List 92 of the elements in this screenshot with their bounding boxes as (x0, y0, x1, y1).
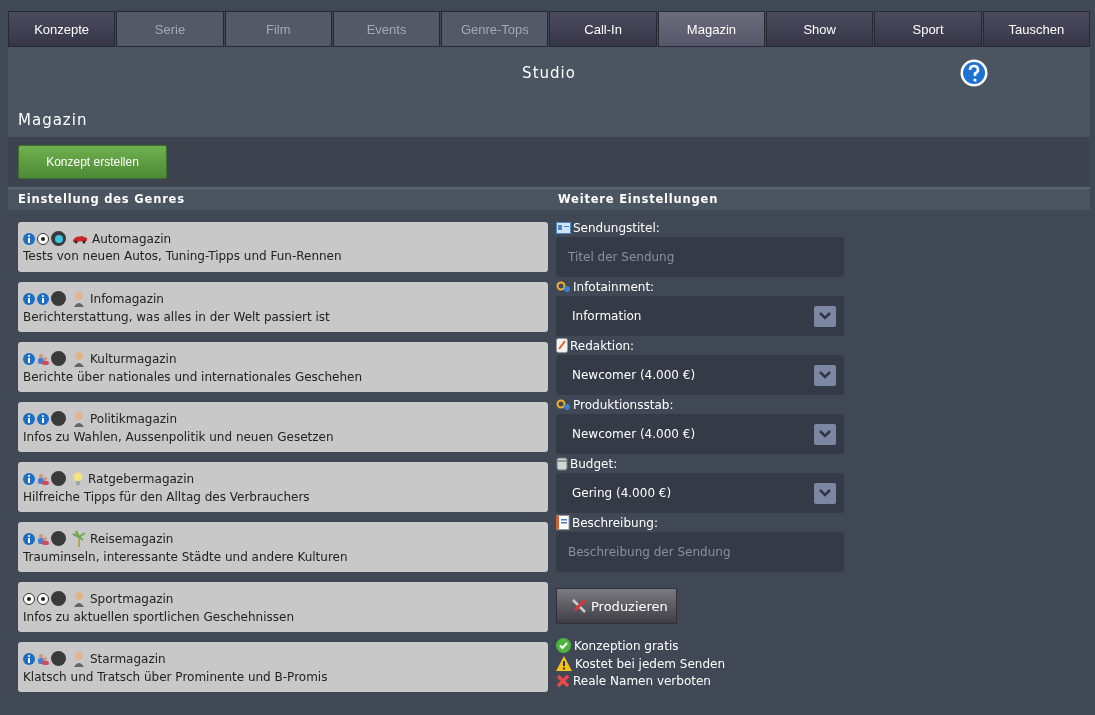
tools-icon (571, 598, 589, 614)
cross-icon (556, 674, 570, 688)
info-icon (23, 292, 35, 305)
car-icon (72, 233, 88, 244)
person-icon (72, 590, 86, 607)
tab[interactable]: Show (766, 11, 874, 47)
info-icon (23, 652, 35, 665)
check-icon (556, 638, 571, 653)
jar-icon (556, 456, 568, 471)
info-icon (23, 532, 35, 545)
dropdown[interactable]: Gering (4.000 €) (556, 473, 844, 513)
people-icon (37, 352, 49, 365)
person-icon (72, 290, 86, 307)
caret-icon (814, 423, 836, 445)
info-icon (23, 472, 35, 485)
genre-card[interactable]: Automagazin Tests von neuen Autos, Tuning-Tipps und Fun-Rennen (18, 222, 548, 272)
tab[interactable]: Call-In (549, 11, 657, 47)
warning-icon (556, 656, 572, 671)
tab[interactable]: Konzepte (8, 11, 116, 47)
produce-button[interactable]: Produzieren (556, 588, 677, 624)
field-label: Sendungstitel: (573, 220, 660, 235)
info-icon (23, 232, 35, 245)
id-card-icon (556, 221, 571, 234)
radio-button[interactable] (51, 351, 66, 366)
genre-description: Trauminseln, interessante Städte und andere Kulturen (23, 549, 349, 564)
radio-button[interactable] (51, 591, 66, 606)
field-label: Infotainment: (573, 279, 655, 294)
input-field[interactable]: Beschreibung der Sendung (556, 532, 844, 572)
note-text: Reale Namen verboten (573, 674, 711, 688)
genre-title: Ratgebermagazin (88, 471, 195, 486)
genre-description: Berichte über nationales und internationales Geschehen (23, 369, 363, 384)
plant-icon (72, 530, 86, 547)
genre-title: Starmagazin (90, 651, 166, 666)
genre-card[interactable]: Reisemagazin Trauminseln, interessante Städte und andere Kulturen (18, 522, 548, 572)
genre-title: Politikmagazin (90, 411, 178, 426)
caret-icon (814, 364, 836, 386)
tab[interactable]: Sport (874, 11, 982, 47)
field-label: Beschreibung: (572, 515, 658, 530)
genre-title: Infomagazin (90, 291, 164, 306)
radio-button[interactable] (51, 471, 66, 486)
genre-card[interactable]: Infomagazin Berichterstattung, was alles in der Welt passiert ist (18, 282, 548, 332)
caret-icon (814, 482, 836, 504)
genre-description: Klatsch und Tratsch über Prominente und B-Promis (23, 669, 329, 684)
section-heading: Weitere Einstellungen (548, 189, 1090, 210)
person-icon (72, 350, 86, 367)
radio-button[interactable] (51, 531, 66, 546)
dropdown[interactable]: Newcomer (4.000 €) (556, 414, 844, 454)
genre-card[interactable]: Sportmagazin Infos zu aktuellen sportlichen Geschehnissen (18, 582, 548, 632)
tab[interactable]: Tauschen (982, 11, 1090, 47)
field-label: Produktionsstab: (573, 397, 674, 412)
note-text: Konzeption gratis (574, 638, 679, 653)
genre-card[interactable]: Politikmagazin Infos zu Wahlen, Aussenpolitik und neuen Gesetzen (18, 402, 548, 452)
genre-title: Reisemagazin (90, 531, 174, 546)
page-title: Studio (522, 64, 576, 82)
genre-card[interactable]: Starmagazin Klatsch und Tratsch über Prominente und B-Promis (18, 642, 548, 692)
info-icon (37, 412, 49, 425)
genre-card[interactable]: Kulturmagazin Berichte über nationales und internationales Geschehen (18, 342, 548, 392)
info-icon (37, 292, 49, 305)
field-label: Budget: (570, 456, 618, 471)
help-icon[interactable] (960, 59, 988, 87)
dropdown[interactable]: Newcomer (4.000 €) (556, 355, 844, 395)
people-icon (37, 532, 49, 545)
section-title: Magazin (17, 110, 89, 131)
tab[interactable]: Magazin (657, 11, 766, 47)
genre-description: Berichterstattung, was alles in der Welt passiert ist (23, 309, 331, 324)
people-icon (37, 472, 49, 485)
info-icon (23, 412, 35, 425)
dropdown[interactable]: Information (556, 296, 844, 336)
genre-card[interactable]: Ratgebermagazin Hilfreiche Tipps für den Alltag des Verbrauchers (18, 462, 548, 512)
genre-title: Kulturmagazin (90, 351, 177, 366)
note-text: Kostet bei jedem Senden (575, 656, 726, 671)
radio-button[interactable] (51, 411, 66, 426)
genre-description: Tests von neuen Autos, Tuning-Tipps und Fun-Rennen (23, 249, 343, 263)
input-field[interactable]: Titel der Sendung (556, 237, 844, 277)
genre-description: Infos zu aktuellen sportlichen Geschehnissen (23, 609, 296, 624)
info-icon (23, 352, 35, 365)
radio-button[interactable] (51, 231, 66, 246)
person-icon (72, 650, 86, 667)
genre-title: Automagazin (92, 231, 172, 246)
section-heading: Einstellung des Genres (8, 189, 548, 210)
genre-title: Sportmagazin (90, 591, 174, 606)
caret-icon (814, 305, 836, 327)
field-label: Redaktion: (570, 338, 635, 353)
radio-button[interactable] (51, 651, 66, 666)
bulb-icon (72, 470, 84, 487)
genre-description: Hilfreiche Tipps für den Alltag des Verbrauchers (23, 489, 311, 504)
radio-button[interactable] (51, 291, 66, 306)
people-icon (37, 652, 49, 665)
person-icon (72, 410, 86, 427)
genre-description: Infos zu Wahlen, Aussenpolitik und neuen Gesetzen (23, 429, 335, 444)
notebook-icon (556, 515, 570, 530)
notepad-icon (556, 338, 568, 353)
